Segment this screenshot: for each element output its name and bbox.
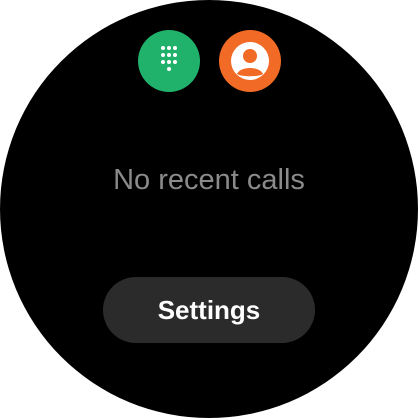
dialpad-icon [161,46,177,71]
keypad-button[interactable] [138,30,200,92]
settings-button[interactable]: Settings [103,277,315,343]
contacts-button[interactable] [219,30,281,92]
settings-button-label: Settings [157,294,261,325]
watch-screen: No recent calls Settings [0,0,418,418]
no-recent-calls-text: No recent calls [113,164,305,196]
contact-person-icon [231,42,269,80]
